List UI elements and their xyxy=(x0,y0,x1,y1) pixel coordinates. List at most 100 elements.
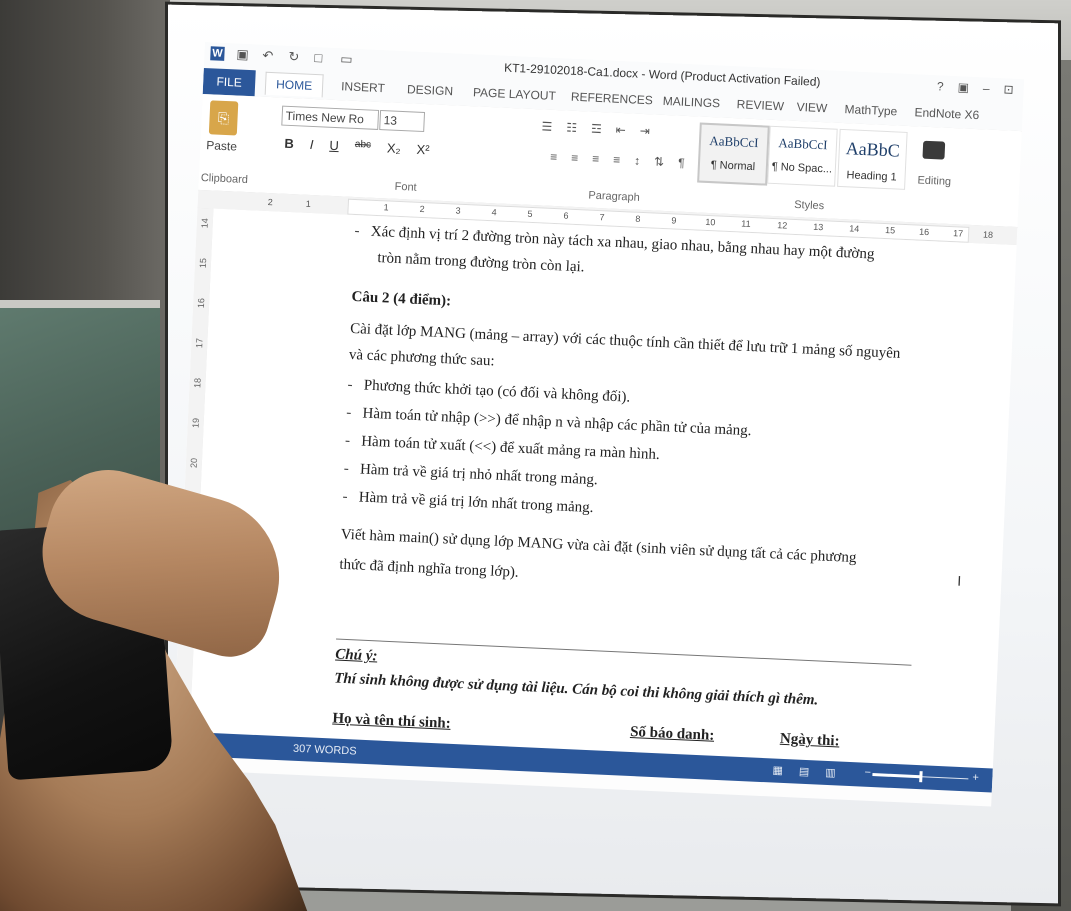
save-icon[interactable]: ▣ xyxy=(236,46,251,62)
paste-button[interactable]: Paste xyxy=(206,138,237,153)
list-item: - Hàm trả về giá trị nhỏ nhất trong mảng… xyxy=(343,461,598,490)
superscript-button[interactable]: X² xyxy=(416,142,430,158)
document-line: và các phương thức sau: xyxy=(348,346,495,370)
list-item-text: Hàm trả về giá trị lớn nhất trong mảng. xyxy=(358,489,594,517)
ruler-number: 1 xyxy=(305,198,312,209)
zoom-slider-handle[interactable] xyxy=(919,771,923,783)
question-2-heading: Câu 2 (4 điểm): xyxy=(351,288,452,310)
font-size-select[interactable]: 13 xyxy=(379,110,426,133)
restore-icon[interactable]: ⊡ xyxy=(1003,82,1014,96)
font-name-select[interactable]: Times New Ro xyxy=(281,105,380,130)
bullet-dash: - xyxy=(354,222,372,240)
print-layout-icon[interactable]: ▤ xyxy=(799,765,810,778)
undo-icon[interactable]: ↶ xyxy=(262,48,277,64)
sort-icon[interactable]: ⇅ xyxy=(654,155,665,169)
ruler-number: 18 xyxy=(982,229,994,240)
footer-exam-date: Ngày thi: xyxy=(779,730,840,750)
zoom-slider[interactable] xyxy=(872,771,969,783)
numbering-icon[interactable]: ☷ xyxy=(566,120,577,134)
vruler-number: 20 xyxy=(188,457,200,469)
list-item-text: Hàm toán tử nhập (>>) để nhập n và nhập … xyxy=(362,405,752,440)
tab-design[interactable]: DESIGN xyxy=(407,82,454,98)
paste-icon[interactable]: ⎘ xyxy=(208,100,239,136)
align-center-icon[interactable]: ≡ xyxy=(571,151,579,165)
pilcrow-icon[interactable]: ¶ xyxy=(678,156,685,170)
paragraph-list-buttons: ☰ ☷ ☲ ⇤ ⇥ xyxy=(541,119,650,138)
tab-page-layout[interactable]: PAGE LAYOUT xyxy=(473,85,556,103)
tab-review[interactable]: REVIEW xyxy=(736,97,784,113)
new-document-icon[interactable]: □ xyxy=(314,50,329,66)
editing-button[interactable]: Editing xyxy=(917,174,951,188)
align-right-icon[interactable]: ≡ xyxy=(592,152,600,166)
justify-icon[interactable]: ≡ xyxy=(613,153,621,167)
multilevel-list-icon[interactable]: ☲ xyxy=(591,122,602,136)
web-layout-icon[interactable]: ▥ xyxy=(825,766,836,779)
clipboard-group-label: Clipboard xyxy=(200,171,249,187)
ruler-number: 15 xyxy=(884,225,896,236)
bold-button[interactable]: B xyxy=(284,136,294,151)
style-normal[interactable]: AaBbCcI ¶ Normal xyxy=(697,122,770,186)
bullet-dash: - xyxy=(347,376,365,394)
subscript-button[interactable]: X₂ xyxy=(387,140,401,156)
zoom-out-icon[interactable]: − xyxy=(864,767,871,779)
italic-button[interactable]: I xyxy=(310,137,314,152)
redo-icon[interactable]: ↻ xyxy=(288,49,303,65)
line-spacing-icon[interactable]: ↕ xyxy=(634,154,641,168)
underline-button[interactable]: U xyxy=(329,138,339,153)
bullets-icon[interactable]: ☰ xyxy=(541,119,552,133)
style-no-spacing[interactable]: AaBbCcI ¶ No Spac... xyxy=(767,125,838,187)
ruler-number: 3 xyxy=(455,205,461,216)
ruler-number: 13 xyxy=(813,221,824,233)
style-normal-label: ¶ Normal xyxy=(710,159,756,174)
style-heading-1[interactable]: AaBbC Heading 1 xyxy=(837,128,908,190)
bullet-dash: - xyxy=(345,404,363,422)
read-mode-icon[interactable]: ▦ xyxy=(772,764,783,777)
footer-candidate-name: Họ và tên thí sinh: xyxy=(332,710,452,732)
style-heading-1-sample: AaBbC xyxy=(845,138,901,161)
list-item-text: Phương thức khởi tạo (có đối và không đố… xyxy=(363,377,631,406)
decrease-indent-icon[interactable]: ⇤ xyxy=(615,123,626,137)
vruler-number: 16 xyxy=(195,297,207,309)
tab-endnote[interactable]: EndNote X6 xyxy=(914,105,979,122)
tab-mathtype[interactable]: MathType xyxy=(844,102,897,118)
ruler-number: 16 xyxy=(918,226,930,238)
ruler-number: 9 xyxy=(671,215,677,226)
style-heading-1-label: Heading 1 xyxy=(846,169,897,184)
footer-candidate-id: Số báo danh: xyxy=(629,724,715,744)
zoom-slider-fill xyxy=(872,773,921,779)
align-left-icon[interactable]: ≡ xyxy=(550,150,558,164)
vruler-number: 15 xyxy=(197,257,209,269)
tab-insert[interactable]: INSERT xyxy=(341,79,385,95)
tab-mailings[interactable]: MAILINGS xyxy=(662,94,720,111)
minimize-icon[interactable]: – xyxy=(983,81,990,95)
find-binoculars-icon[interactable] xyxy=(922,140,946,160)
help-icon[interactable]: ? xyxy=(937,79,944,93)
window-controls: ? ▣ – ⊡ xyxy=(937,79,1014,96)
tab-home[interactable]: HOME xyxy=(264,71,324,98)
ruler-number: 12 xyxy=(777,220,788,231)
style-normal-sample: AaBbCcI xyxy=(709,132,759,151)
document-page[interactable]: - Xác định vị trí 2 đường tròn này tách … xyxy=(189,208,1017,769)
strikethrough-button[interactable]: abc xyxy=(354,139,372,155)
ruler-number: 7 xyxy=(599,212,605,223)
zoom-in-icon[interactable]: + xyxy=(972,772,979,784)
ruler-number: 14 xyxy=(848,223,860,234)
open-folder-icon[interactable]: ▭ xyxy=(340,51,355,67)
increase-indent-icon[interactable]: ⇥ xyxy=(639,124,650,138)
ribbon-display-icon[interactable]: ▣ xyxy=(957,80,969,95)
tab-view[interactable]: VIEW xyxy=(796,100,827,115)
text-cursor-icon: I xyxy=(956,572,962,589)
ruler-number: 8 xyxy=(635,213,641,224)
tab-file[interactable]: FILE xyxy=(202,67,256,97)
bullet-dash: - xyxy=(343,460,361,478)
tab-references[interactable]: REFERENCES xyxy=(571,90,654,108)
ruler-number: 2 xyxy=(419,203,425,215)
list-item: - Hàm toán tử xuất (<<) để xuất mảng ra … xyxy=(345,433,660,464)
ruler-number: 1 xyxy=(383,202,389,213)
word-logo-icon: W xyxy=(210,46,225,61)
word-count[interactable]: 307 WORDS xyxy=(293,743,357,758)
ruler-number: 2 xyxy=(267,197,274,208)
note-text: Thí sinh không được sử dụng tài liệu. Cá… xyxy=(333,670,819,709)
document-line: tròn nằm trong đường tròn còn lại. xyxy=(377,250,585,276)
list-item-text: Hàm toán tử xuất (<<) để xuất mảng ra mà… xyxy=(360,433,661,464)
